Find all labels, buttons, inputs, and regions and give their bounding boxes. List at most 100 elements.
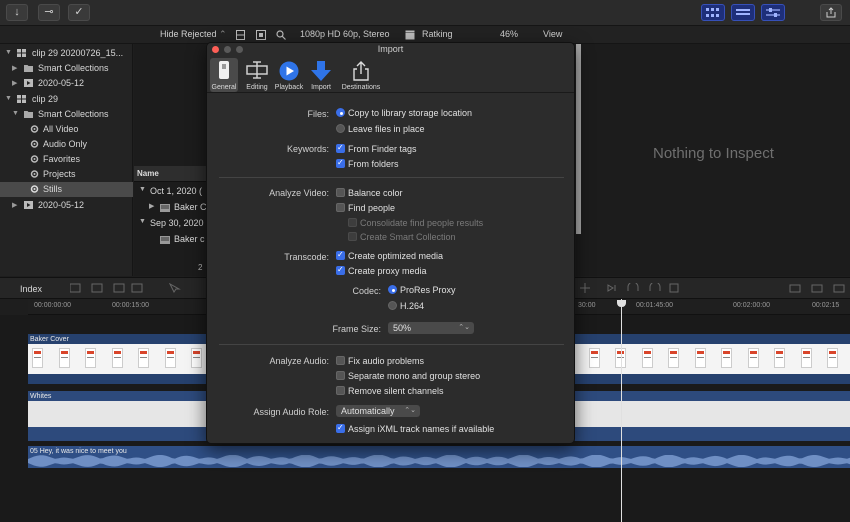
view-menu[interactable]: View [543,29,562,39]
smart-collections-folder[interactable]: ▼ Smart Collections [0,107,133,122]
share-button[interactable] [820,4,842,21]
timeline-icon [736,9,750,15]
copy-to-library-radio[interactable] [336,108,345,117]
consolidate-checkbox[interactable] [348,218,357,227]
keyword-button[interactable]: ⊸ [38,4,60,21]
keywords-label: Keywords: [286,144,329,154]
clip-row[interactable]: ▶ Baker C [134,200,207,215]
zoom-dropdown[interactable]: 46% [500,29,518,39]
ruler-timecode: 00:01:45:00 [636,302,673,309]
optimized-media-label[interactable]: Create optimized media [348,251,443,261]
smart-collection-item[interactable]: Favorites [0,152,133,167]
library-icon [17,49,26,57]
clapper-icon [405,30,415,40]
ixml-checkbox[interactable] [336,423,345,433]
inspector-toggle-button[interactable] [761,4,785,21]
finder-tags-checkbox[interactable] [336,143,345,153]
clip-appearance-icon[interactable] [236,30,245,40]
background-tasks-button[interactable]: ✓ [68,4,90,21]
import-button[interactable]: ↓ [6,4,28,21]
grid-icon [706,8,719,17]
clip-row[interactable]: Baker c [134,232,206,247]
tab-playback[interactable]: Playback [274,58,304,92]
close-window-button[interactable] [212,46,219,53]
balance-color-label[interactable]: Balance color [348,188,403,198]
clip-audio[interactable] [28,446,850,468]
smart-collection-item-selected[interactable]: Stills [0,182,133,197]
smart-collection-item[interactable]: All Video [0,122,133,137]
finder-tags-label[interactable]: From Finder tags [348,144,417,154]
analyze-video-label: Analyze Video: [269,188,329,198]
smart-collection-item[interactable]: Projects [0,167,133,182]
clip-filter-dropdown[interactable]: Hide Rejected [160,29,217,39]
optimized-media-checkbox[interactable] [336,250,345,260]
library-item[interactable]: ▼ clip 29 20200726_15... [0,46,133,61]
audio-role-dropdown[interactable]: Automatically ⌃⌄ [336,405,420,417]
timeline-right-tools[interactable] [580,283,850,295]
separate-mono-label[interactable]: Separate mono and group stereo [348,371,480,381]
filmstrip-frame [111,348,123,368]
fix-audio-label[interactable]: Fix audio problems [348,356,424,366]
frame-size-dropdown[interactable]: 50% ⌃⌄ [388,322,474,334]
proxy-media-label[interactable]: Create proxy media [348,266,427,276]
smart-collection-checkbox[interactable] [348,232,357,241]
prores-proxy-radio[interactable] [388,285,397,294]
download-icon: ↓ [14,6,20,18]
prores-proxy-label[interactable]: ProRes Proxy [400,285,456,295]
find-people-label[interactable]: Find people [348,203,395,213]
minimize-window-button[interactable] [224,46,231,53]
clip-label: 05 Hey, it was nice to meet you [30,448,127,455]
clip-browser: Name ▼ Oct 1, 2020 ( ▶ Baker C ▼ Sep 30,… [134,44,207,276]
inspector-panel: Nothing to Inspect [576,44,850,276]
event-icon [24,201,33,209]
filmstrip-frame [827,348,838,368]
from-folders-checkbox[interactable] [336,158,345,168]
tab-editing[interactable]: Editing [243,58,271,92]
transcode-label: Transcode: [284,252,329,262]
leave-in-place-radio[interactable] [336,124,345,133]
preferences-tab-bar: General Editing Playback Import Destinat… [207,55,574,93]
edit-tools-icons[interactable] [70,283,200,295]
remove-silent-checkbox[interactable] [336,386,345,395]
browser-toggle-button[interactable] [701,4,725,21]
zoom-window-button[interactable] [236,46,243,53]
filmstrip-frame [164,348,176,368]
filmstrip-frame [85,348,96,368]
event-item[interactable]: ▶ 2020-05-12 [0,76,133,91]
tab-import[interactable]: Import [309,58,333,92]
separate-mono-checkbox[interactable] [336,371,345,380]
find-people-checkbox[interactable] [336,203,345,212]
h264-label[interactable]: H.264 [400,301,424,311]
smart-collection-item[interactable]: Audio Only [0,137,133,152]
divider [219,177,564,178]
chevron-updown-icon: ⌃⌄ [404,407,416,414]
copy-to-library-label[interactable]: Copy to library storage location [348,108,472,118]
playhead[interactable] [621,299,622,522]
fix-audio-checkbox[interactable] [336,356,345,365]
proxy-media-checkbox[interactable] [336,265,345,275]
ixml-label[interactable]: Assign iXML track names if available [348,424,494,434]
main-toolbar: ↓ ⊸ ✓ [0,0,850,26]
tab-destinations[interactable]: Destinations [338,58,384,92]
event-item[interactable]: ▶ 2020-05-12 [0,198,133,213]
leave-in-place-label[interactable]: Leave files in place [348,124,425,134]
timeline-toggle-button[interactable] [731,4,755,21]
date-group-row[interactable]: ▼ Sep 30, 2020 [134,216,206,231]
library-item[interactable]: ▼ clip 29 [0,92,133,107]
search-icon[interactable] [276,30,286,40]
gear-icon [30,155,39,163]
playhead-handle[interactable] [617,300,626,307]
filmstrip-icon[interactable] [256,30,266,40]
balance-color-checkbox[interactable] [336,188,345,197]
from-folders-label[interactable]: From folders [348,159,399,169]
ruler-timecode: 00:00:15:00 [112,302,149,309]
filmstrip-frame [800,348,812,368]
h264-radio[interactable] [388,301,397,310]
smart-collections-folder[interactable]: ▶ Smart Collections [0,61,133,76]
tab-general[interactable]: General [210,58,238,92]
name-column-header[interactable]: Name [137,169,159,178]
index-button[interactable]: Index [20,284,42,294]
viewer-scrollbar[interactable] [576,44,581,234]
remove-silent-label[interactable]: Remove silent channels [348,386,444,396]
date-group-row[interactable]: ▼ Oct 1, 2020 ( [134,184,206,199]
